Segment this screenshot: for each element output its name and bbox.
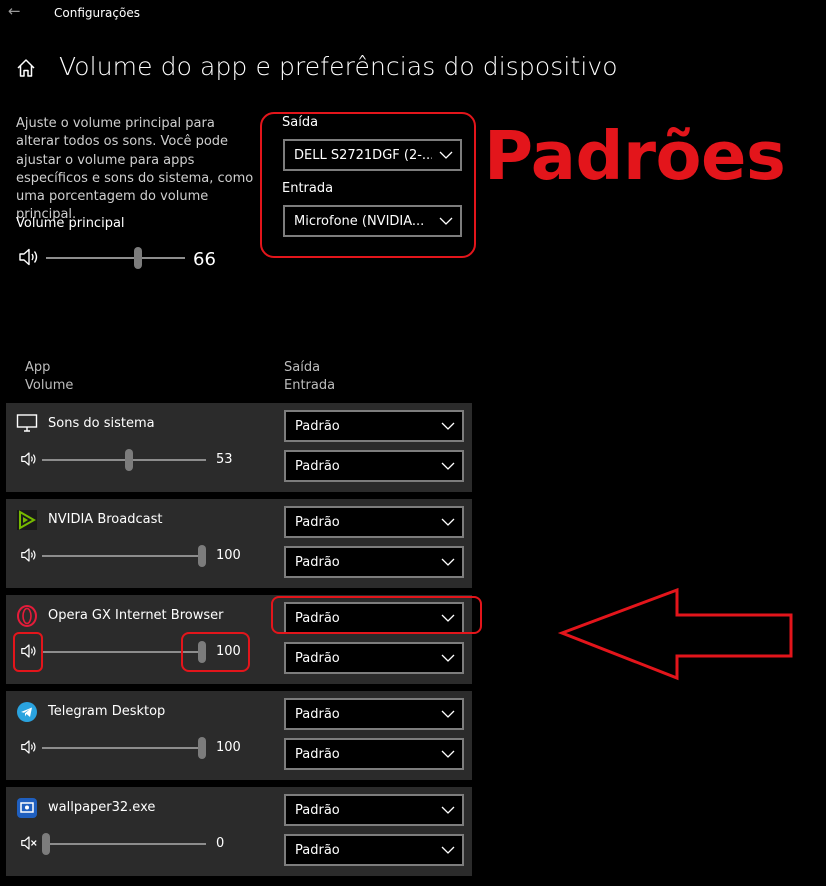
annotation-highlight-volume <box>181 632 250 672</box>
column-header-app: App <box>25 360 51 375</box>
app-input-select[interactable]: Padrão <box>284 738 464 770</box>
app-output-value: Padrão <box>295 802 340 818</box>
speaker-icon[interactable] <box>20 451 38 471</box>
chevron-down-icon <box>434 750 462 758</box>
app-output-value: Padrão <box>295 706 340 722</box>
page-title: Volume do app e preferências do disposit… <box>59 52 618 81</box>
column-header-output-input: Saída Entrada <box>284 359 335 395</box>
app-input-select[interactable]: Padrão <box>284 450 464 482</box>
app-volume-slider[interactable] <box>42 555 206 557</box>
annotation-arrow-icon <box>556 586 798 686</box>
app-volume-value: 0 <box>216 836 225 851</box>
speaker-icon[interactable] <box>20 547 38 567</box>
app-input-value: Padrão <box>295 842 340 858</box>
telegram-icon <box>16 701 38 727</box>
app-output-select[interactable]: Padrão <box>284 698 464 730</box>
app-name: Telegram Desktop <box>48 704 166 719</box>
app-input-select[interactable]: Padrão <box>284 834 464 866</box>
annotation-highlight-defaults <box>260 112 476 258</box>
app-name: Sons do sistema <box>48 416 155 431</box>
app-input-value: Padrão <box>295 650 340 666</box>
chevron-down-icon <box>434 558 462 566</box>
back-arrow-icon[interactable]: ← <box>8 2 21 20</box>
chevron-down-icon <box>434 462 462 470</box>
app-input-select[interactable]: Padrão <box>284 546 464 578</box>
app-volume-value: 100 <box>216 740 241 755</box>
annotation-text: Padrões <box>484 117 786 195</box>
home-icon[interactable] <box>16 58 36 82</box>
column-header-input: Entrada <box>284 378 336 393</box>
app-volume-slider-thumb[interactable] <box>198 737 206 759</box>
app-output-select[interactable]: Padrão <box>284 410 464 442</box>
app-volume-slider-thumb[interactable] <box>42 833 50 855</box>
column-header-output: Saída <box>284 360 321 375</box>
chevron-down-icon <box>434 846 462 854</box>
column-header-volume: Volume <box>25 378 74 393</box>
main-volume-slider-thumb[interactable] <box>134 247 142 269</box>
app-volume-value: 100 <box>216 548 241 563</box>
annotation-highlight-output <box>271 596 482 634</box>
app-volume-value: 53 <box>216 452 233 467</box>
speaker-muted-icon[interactable] <box>20 835 38 855</box>
chevron-down-icon <box>434 806 462 814</box>
app-volume-slider[interactable] <box>42 843 206 845</box>
main-volume-description: Ajuste o volume principal para alterar t… <box>16 116 254 223</box>
app-name: wallpaper32.exe <box>48 800 156 815</box>
wallpaper-engine-icon <box>16 797 38 823</box>
app-output-value: Padrão <box>295 514 340 530</box>
app-output-select[interactable]: Padrão <box>284 506 464 538</box>
annotation-highlight-speaker <box>13 632 43 672</box>
main-volume-label: Volume principal <box>16 216 125 231</box>
chevron-down-icon <box>434 654 462 662</box>
opera-gx-icon <box>16 605 38 631</box>
app-volume-slider[interactable] <box>42 459 206 461</box>
app-input-value: Padrão <box>295 746 340 762</box>
app-name: NVIDIA Broadcast <box>48 512 163 527</box>
chevron-down-icon <box>434 710 462 718</box>
window-title: Configurações <box>54 6 140 20</box>
column-header-app-volume: App Volume <box>25 359 73 395</box>
monitor-icon <box>16 413 38 437</box>
app-input-value: Padrão <box>295 458 340 474</box>
speaker-icon[interactable] <box>20 739 38 759</box>
main-volume-slider[interactable] <box>46 257 185 259</box>
app-name: Opera GX Internet Browser <box>48 608 224 623</box>
app-input-select[interactable]: Padrão <box>284 642 464 674</box>
app-output-select[interactable]: Padrão <box>284 794 464 826</box>
app-output-value: Padrão <box>295 418 340 434</box>
nvidia-broadcast-icon <box>16 509 38 535</box>
app-volume-slider[interactable] <box>42 747 206 749</box>
speaker-icon[interactable] <box>18 247 40 271</box>
main-volume-value: 66 <box>193 249 216 270</box>
app-volume-slider-thumb[interactable] <box>198 545 206 567</box>
app-volume-slider-thumb[interactable] <box>125 449 133 471</box>
chevron-down-icon <box>434 518 462 526</box>
chevron-down-icon <box>434 422 462 430</box>
app-input-value: Padrão <box>295 554 340 570</box>
